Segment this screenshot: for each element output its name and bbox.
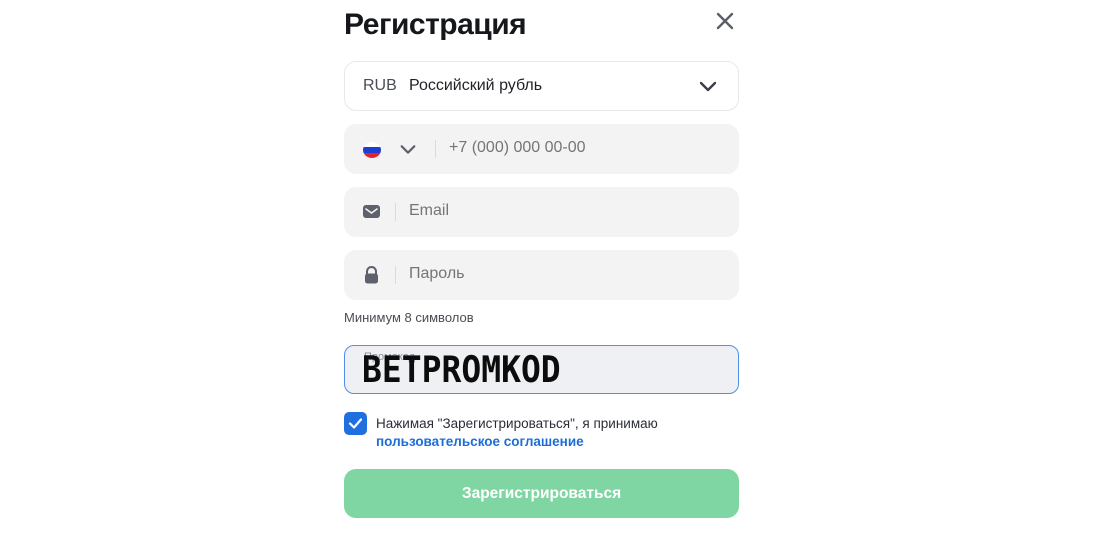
password-field <box>344 250 739 300</box>
currency-select[interactable]: RUB Российский рубль <box>344 61 739 111</box>
divider <box>435 140 436 158</box>
close-icon[interactable] <box>714 10 736 32</box>
agreement-text: Нажимая "Зарегистрироваться", я принимаю… <box>376 415 736 451</box>
promo-code-value: BETPROMKOD <box>362 348 561 391</box>
check-icon <box>348 418 363 429</box>
registration-modal: Регистрация RUB Российский рубль +7 (000… <box>344 0 739 537</box>
mail-icon <box>362 202 381 226</box>
user-agreement-link[interactable]: пользовательское соглашение <box>376 433 736 451</box>
divider <box>395 266 396 284</box>
email-input[interactable] <box>409 202 719 220</box>
email-field <box>344 187 739 237</box>
password-input[interactable] <box>409 265 719 283</box>
phone-input[interactable] <box>449 139 719 157</box>
agreement-text-main: Нажимая "Зарегистрироваться", я принимаю <box>376 416 658 431</box>
promo-code-field[interactable]: Промокод BETPROMKOD <box>344 345 739 394</box>
chevron-down-icon <box>698 76 718 101</box>
phone-field <box>344 124 739 174</box>
currency-code: RUB <box>363 77 397 94</box>
currency-name: Российский рубль <box>409 77 543 94</box>
agreement-checkbox[interactable] <box>344 412 367 435</box>
page-title: Регистрация <box>344 8 527 41</box>
divider <box>395 203 396 221</box>
register-button[interactable]: Зарегистрироваться <box>344 469 739 518</box>
lock-icon <box>362 265 381 290</box>
password-hint: Минимум 8 символов <box>344 310 474 325</box>
russia-flag-icon[interactable] <box>363 142 381 158</box>
country-chevron-down-icon[interactable] <box>399 140 417 163</box>
